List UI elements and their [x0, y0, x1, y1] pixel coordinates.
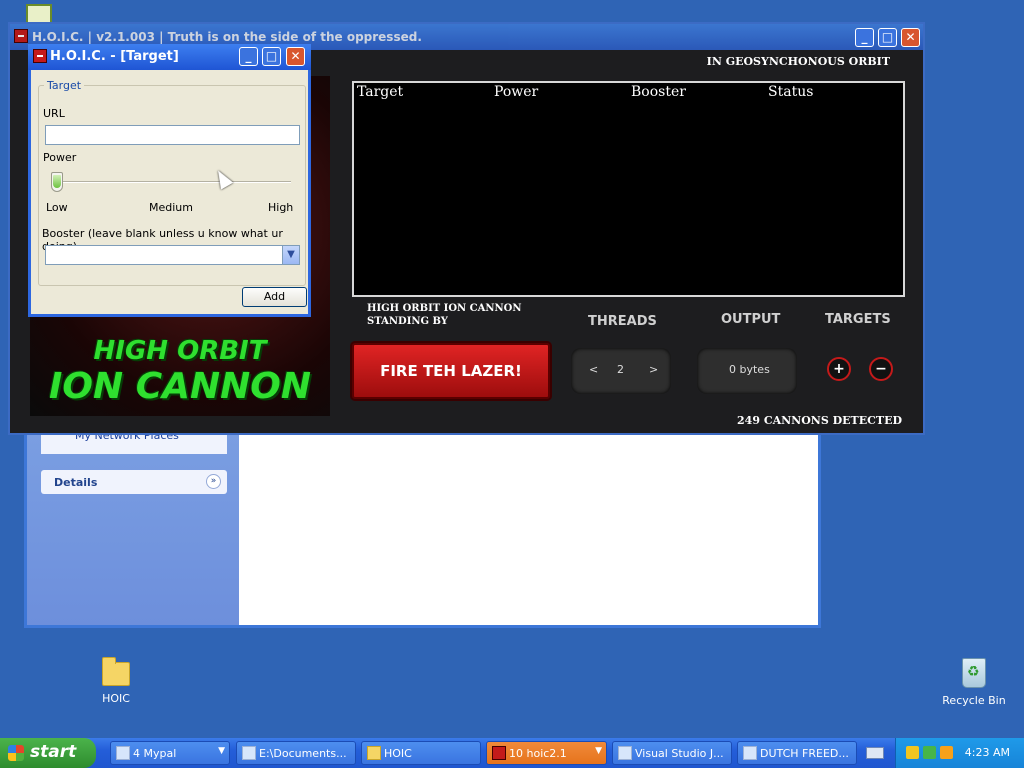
output-label: OUTPUT — [721, 312, 781, 327]
taskbar-button-visual-studio[interactable]: Visual Studio J... — [612, 741, 732, 765]
desktop-icon-recycle-bin[interactable]: Recycle Bin — [939, 658, 1009, 707]
status-text: HIGH ORBIT ION CANNON STANDING BY — [367, 303, 522, 327]
fire-button[interactable]: FIRE TEH LAZER! — [352, 343, 550, 399]
document-icon — [743, 746, 757, 760]
app-icon — [33, 49, 47, 63]
close-button[interactable]: ✕ — [901, 28, 920, 47]
power-medium-label: Medium — [149, 201, 193, 214]
chevron-down-icon[interactable]: » — [206, 474, 221, 489]
task-label: 4 Mypal — [133, 747, 177, 760]
url-input[interactable] — [45, 125, 300, 145]
column-header-status[interactable]: Status — [768, 84, 813, 100]
clock[interactable]: 4:23 AM — [965, 746, 1010, 759]
power-high-label: High — [268, 201, 294, 214]
taskbar-button-documents[interactable]: E:\Documents... — [236, 741, 356, 765]
start-button[interactable]: start — [0, 738, 96, 768]
banner-line-1: HIGH ORBIT — [93, 336, 267, 366]
maximize-button[interactable]: □ — [878, 28, 897, 47]
add-button[interactable]: Add — [242, 287, 307, 307]
chevron-down-icon: ▼ — [595, 746, 602, 756]
power-low-label: Low — [46, 201, 68, 214]
dialog-maximize-button[interactable]: □ — [262, 47, 281, 66]
app-icon — [14, 29, 28, 43]
shield-icon[interactable] — [906, 746, 919, 759]
dialog-title: H.O.I.C. - [Target] — [50, 49, 179, 64]
task-label: 10 hoic2.1 — [509, 747, 567, 760]
column-header-power[interactable]: Power — [494, 84, 538, 100]
task-label: E:\Documents... — [259, 747, 347, 760]
banner-line-2: ION CANNON — [49, 366, 311, 407]
explorer-window: My Network Places Details » — [24, 420, 821, 628]
orbit-status: IN GEOSYNCHONOUS ORBIT — [706, 55, 890, 68]
threads-value: 2 — [617, 363, 624, 376]
7zip-icon — [242, 746, 256, 760]
details-label: Details — [54, 476, 98, 489]
chevron-down-icon: ▼ — [218, 746, 225, 756]
desktop-icon-hoic[interactable]: HOIC — [81, 657, 151, 705]
threads-increase-button[interactable]: > — [649, 363, 658, 376]
keyboard-icon[interactable] — [866, 747, 884, 759]
remove-target-button[interactable]: − — [869, 357, 893, 381]
target-group-label: Target — [44, 79, 85, 92]
folder-icon — [367, 746, 381, 760]
visual-studio-icon — [618, 746, 632, 760]
dialog-titlebar[interactable]: H.O.I.C. - [Target] _ □ ✕ — [28, 44, 311, 70]
target-dialog: H.O.I.C. - [Target] _ □ ✕ Target URL Pow… — [28, 44, 311, 317]
task-label: DUTCH FREED... — [760, 747, 849, 760]
threads-stepper: < 2 > — [571, 348, 671, 394]
targets-label: TARGETS — [825, 312, 891, 327]
url-label: URL — [43, 107, 65, 120]
details-panel-header[interactable]: Details » — [41, 470, 227, 494]
booster-select[interactable]: ▼ — [45, 245, 300, 265]
explorer-sidebar: My Network Places Details » — [27, 420, 239, 625]
system-tray: 4:23 AM — [895, 738, 1024, 768]
minimize-button[interactable]: _ — [855, 28, 874, 47]
taskbar-button-dutch-freedom[interactable]: DUTCH FREED... — [737, 741, 857, 765]
main-window-title: H.O.I.C. | v2.1.003 | Truth is on the si… — [32, 30, 422, 44]
target-list[interactable]: Target Power Booster Status — [352, 81, 905, 297]
search-icon[interactable] — [940, 746, 953, 759]
dialog-close-button[interactable]: ✕ — [286, 47, 305, 66]
chevron-down-icon[interactable]: ▼ — [282, 246, 299, 264]
output-display: 0 bytes — [697, 348, 797, 394]
column-header-booster[interactable]: Booster — [631, 84, 686, 100]
power-label: Power — [43, 151, 77, 164]
taskbar-button-hoic-app[interactable]: 10 hoic2.1 ▼ — [486, 741, 607, 765]
task-label: Visual Studio J... — [635, 747, 724, 760]
dialog-minimize-button[interactable]: _ — [239, 47, 258, 66]
desktop-icon-label: Recycle Bin — [942, 694, 1006, 707]
power-slider-track[interactable] — [53, 181, 291, 183]
app-icon — [492, 746, 506, 760]
power-slider-thumb[interactable] — [51, 172, 63, 192]
windows-logo-icon — [8, 745, 24, 761]
task-label: HOIC — [384, 747, 412, 760]
threads-label: THREADS — [588, 314, 657, 329]
output-value: 0 bytes — [729, 363, 770, 376]
taskbar-button-mypal[interactable]: 4 Mypal ▼ — [110, 741, 230, 765]
recycle-bin-icon — [962, 658, 986, 688]
add-target-button[interactable]: + — [827, 357, 851, 381]
browser-icon — [116, 746, 130, 760]
network-icon[interactable] — [923, 746, 936, 759]
column-header-target[interactable]: Target — [357, 84, 403, 100]
start-label: start — [30, 742, 77, 762]
threads-decrease-button[interactable]: < — [589, 363, 598, 376]
cannons-detected: 249 CANNONS DETECTED — [737, 414, 902, 427]
folder-icon — [102, 657, 130, 686]
desktop-icon-label: HOIC — [102, 692, 130, 705]
taskbar-button-hoic-folder[interactable]: HOIC — [361, 741, 481, 765]
